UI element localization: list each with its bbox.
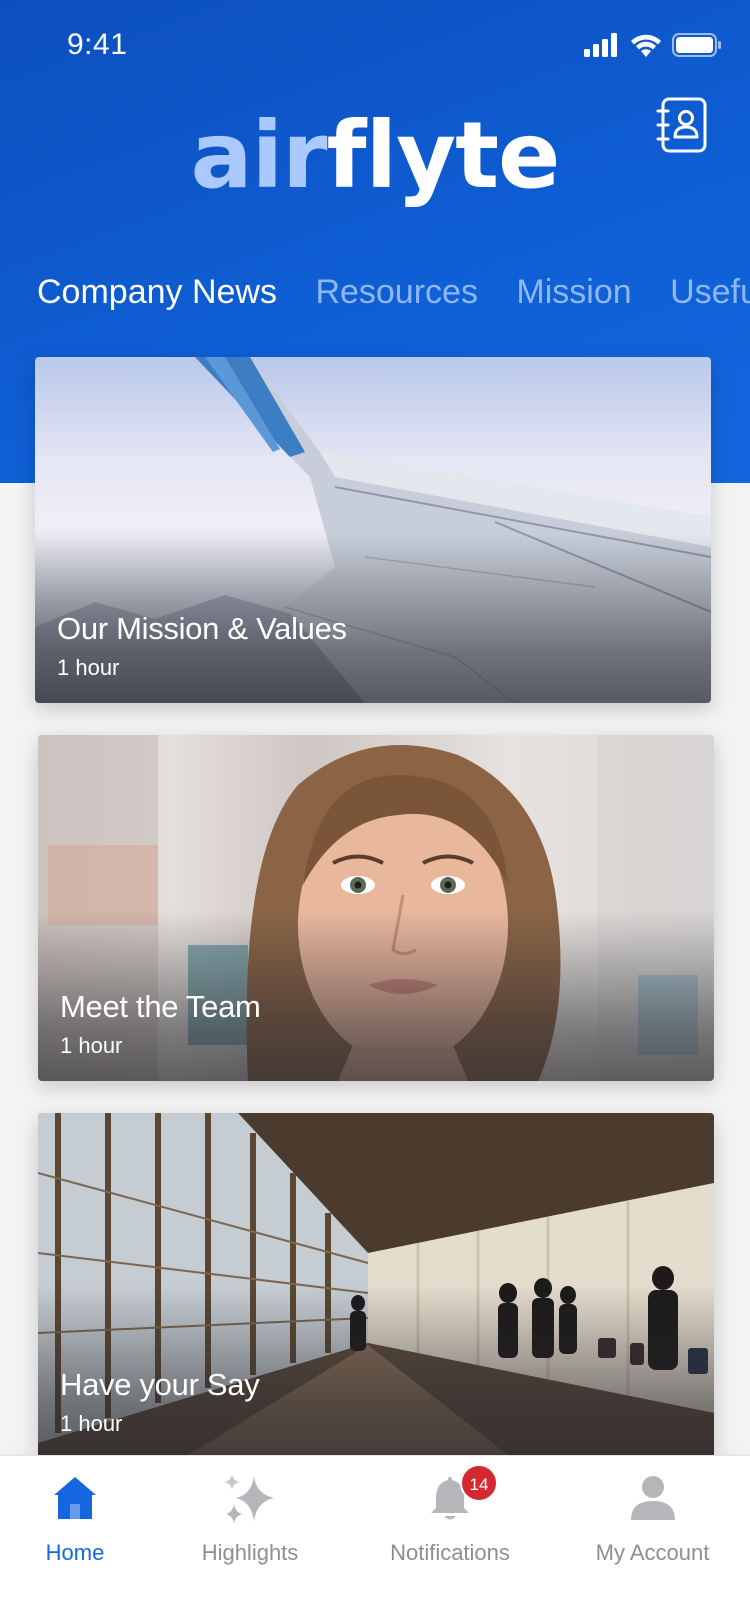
sparkle-icon	[222, 1474, 278, 1531]
category-tabs: Company News Resources Mission Useful	[37, 270, 750, 320]
tab-resources[interactable]: Resources	[315, 270, 478, 314]
cellular-signal-icon	[584, 33, 617, 57]
card-time: 1 hour	[60, 1033, 123, 1058]
bottom-navigation: Home Highlights 14 Notifications My Acco…	[0, 1455, 750, 1614]
status-time: 9:41	[67, 28, 128, 61]
status-icons	[584, 30, 722, 60]
card-mission-values[interactable]: Our Mission & Values 1 hour	[35, 357, 711, 703]
card-title: Our Mission & Values	[57, 611, 347, 646]
nav-home-label: Home	[45, 1540, 105, 1565]
card-title: Meet the Team	[60, 989, 261, 1024]
logo-flyte: flyte	[326, 102, 561, 209]
notifications-badge: 14	[460, 1464, 498, 1502]
card-title: Have your Say	[60, 1367, 260, 1402]
tab-company-news[interactable]: Company News	[37, 270, 277, 314]
user-icon	[630, 1474, 675, 1527]
logo-air: air	[190, 102, 328, 209]
status-bar: 9:41	[0, 0, 750, 90]
nav-highlights-label: Highlights	[201, 1540, 299, 1565]
card-meet-the-team[interactable]: Meet the Team 1 hour	[38, 735, 714, 1081]
nav-notifications-label: Notifications	[390, 1540, 510, 1565]
tab-mission[interactable]: Mission	[516, 270, 631, 314]
tab-useful[interactable]: Useful	[670, 270, 750, 314]
wifi-icon	[631, 34, 661, 57]
card-time: 1 hour	[57, 655, 120, 680]
nav-home[interactable]: Home	[0, 1456, 150, 1614]
airflyte-logo: airflyte	[0, 110, 750, 202]
nav-my-account[interactable]: My Account	[575, 1456, 730, 1614]
battery-icon	[672, 33, 721, 57]
nav-notifications[interactable]: 14 Notifications	[370, 1456, 530, 1614]
nav-my-account-label: My Account	[595, 1540, 710, 1565]
card-have-your-say[interactable]: Have your Say 1 hour	[38, 1113, 714, 1455]
card-time: 1 hour	[60, 1411, 123, 1436]
home-icon	[51, 1474, 99, 1527]
nav-highlights[interactable]: Highlights	[175, 1456, 325, 1614]
